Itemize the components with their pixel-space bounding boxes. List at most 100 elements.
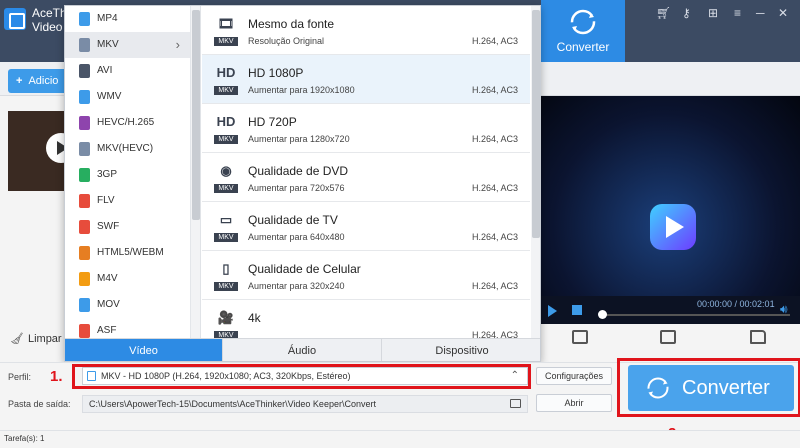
- grid-menu-icon[interactable]: ⊞: [708, 6, 718, 20]
- clean-button[interactable]: 🧹︎ Limpar: [10, 332, 62, 345]
- format-item[interactable]: WMV: [65, 84, 190, 110]
- screenshot-icon[interactable]: [572, 330, 588, 344]
- html5-file-icon: [79, 246, 90, 260]
- format-item[interactable]: ASF: [65, 318, 190, 338]
- output-folder-label: Pasta de saída:: [8, 399, 71, 409]
- cart-icon[interactable]: 🛒︎: [656, 6, 671, 20]
- video-preview: [540, 96, 800, 296]
- format-tabs: Vídeo Áudio Dispositivo: [65, 338, 540, 361]
- preset-item[interactable]: HD MKV HD 1080P Aumentar para 1920x1080 H.26…: [202, 55, 530, 104]
- preset-glyph: HD: [216, 65, 236, 80]
- highlight-box-profile: [72, 364, 531, 389]
- play-icon[interactable]: [548, 305, 557, 317]
- flv-file-icon: [79, 194, 90, 208]
- tab-video[interactable]: Vídeo: [65, 339, 223, 361]
- format-item[interactable]: HTML5/WEBM: [65, 240, 190, 266]
- preset-glyph: 🎥: [217, 310, 235, 325]
- seek-handle[interactable]: [598, 310, 607, 319]
- format-item-label: M4V: [97, 273, 118, 284]
- clean-label: Limpar: [27, 333, 62, 345]
- format-item[interactable]: MKV ›: [65, 32, 190, 58]
- preset-name: Qualidade de Celular: [248, 262, 361, 276]
- tab-audio[interactable]: Áudio: [223, 339, 382, 361]
- format-item-label: MP4: [97, 13, 118, 24]
- format-item-label: AVI: [97, 65, 113, 76]
- format-item[interactable]: MOV: [65, 292, 190, 318]
- preset-item[interactable]: ◉ MKV Qualidade de DVD Aumentar para 720x57…: [202, 153, 530, 202]
- format-list: MP4 MKV › AVI WMV HEVC/H.265 MKV(HEVC) 3GP FLV SW…: [65, 6, 191, 338]
- preset-codec: H.264, AC3: [471, 330, 518, 338]
- open-folder-button[interactable]: Abrir: [536, 394, 612, 412]
- tab-device[interactable]: Dispositivo: [382, 339, 540, 361]
- preset-list-scrollbar[interactable]: [531, 6, 540, 338]
- folder-icon[interactable]: [750, 330, 766, 344]
- format-item[interactable]: HEVC/H.265: [65, 110, 190, 136]
- preset-codec: H.264, AC3: [471, 36, 518, 46]
- format-item[interactable]: SWF: [65, 214, 190, 240]
- format-item-label: ASF: [97, 325, 117, 336]
- key-icon[interactable]: ⚷: [682, 6, 691, 20]
- hd-720-icon: HD MKV: [214, 111, 238, 145]
- format-item[interactable]: MP4: [65, 6, 190, 32]
- nav-converter[interactable]: Converter: [541, 0, 625, 62]
- plus-icon: +: [16, 75, 23, 87]
- avi-file-icon: [79, 64, 90, 78]
- output-folder-field[interactable]: C:\Users\ApowerTech-15\Documents\AceThin…: [82, 395, 528, 413]
- add-file-label: Adicio: [28, 75, 59, 87]
- scroll-thumb[interactable]: [192, 10, 200, 220]
- preset-item[interactable]: ▯ MKV Qualidade de Celular Aumentar para 32…: [202, 251, 530, 300]
- minimize-icon[interactable]: ─: [756, 6, 765, 20]
- preset-item[interactable]: 🎥 MKV 4k H.264, AC3: [202, 300, 530, 338]
- nav-converter-label: Converter: [556, 40, 610, 54]
- format-list-scrollbar[interactable]: [191, 6, 201, 338]
- hevc-file-icon: [79, 116, 90, 130]
- preset-description: Aumentar para 1280x720: [248, 134, 350, 144]
- preset-name: HD 1080P: [248, 66, 304, 80]
- scroll-thumb[interactable]: [532, 10, 540, 238]
- menu-icon[interactable]: ≡: [734, 6, 741, 20]
- preset-item[interactable]: 🎞 MKV Mesmo da fonte Resolução Original H.26…: [202, 6, 530, 55]
- format-item[interactable]: M4V: [65, 266, 190, 292]
- preset-description: Aumentar para 720x576: [248, 183, 345, 193]
- status-bar: Tarefa(s): 1: [0, 430, 800, 448]
- preset-name: HD 720P: [248, 115, 297, 129]
- time-readout: 00:00:00 / 00:02:01: [697, 299, 775, 309]
- preset-format-tag: MKV: [214, 233, 238, 242]
- camera-icon: 🎥 MKV: [214, 307, 238, 338]
- task-count: Tarefa(s): 1: [4, 434, 45, 443]
- preview-logo-play-icon: [650, 204, 696, 250]
- preset-list: 🎞 MKV Mesmo da fonte Resolução Original H.26…: [202, 6, 530, 338]
- swf-file-icon: [79, 220, 90, 234]
- format-dropdown-panel: MP4 MKV › AVI WMV HEVC/H.265 MKV(HEVC) 3GP FLV SW…: [64, 5, 541, 362]
- folder-browse-icon[interactable]: [510, 399, 521, 408]
- app-logo-icon: [4, 8, 26, 30]
- format-item[interactable]: MKV(HEVC): [65, 136, 190, 162]
- preset-description: Resolução Original: [248, 36, 325, 46]
- add-file-button[interactable]: + Adicio: [8, 69, 68, 93]
- mov-file-icon: [79, 298, 90, 312]
- preset-format-tag: MKV: [214, 135, 238, 144]
- close-icon[interactable]: ✕: [778, 6, 788, 20]
- volume-icon[interactable]: 🔊︎: [780, 302, 788, 317]
- profile-label: Perfil:: [8, 372, 32, 382]
- format-item-label: 3GP: [97, 169, 118, 180]
- seek-track[interactable]: [600, 314, 790, 316]
- format-item[interactable]: FLV: [65, 188, 190, 214]
- format-item[interactable]: AVI: [65, 58, 190, 84]
- annotation-step1: 1.: [50, 368, 63, 385]
- output-folder-value: C:\Users\ApowerTech-15\Documents\AceThin…: [89, 399, 376, 409]
- image-icon[interactable]: [660, 330, 676, 344]
- wmv-file-icon: [79, 90, 90, 104]
- preset-format-tag: MKV: [214, 331, 238, 338]
- hd-1080-icon: HD MKV: [214, 62, 238, 96]
- format-item-label: WMV: [97, 91, 122, 102]
- format-item-label: HEVC/H.265: [97, 117, 155, 128]
- format-item[interactable]: 3GP: [65, 162, 190, 188]
- stop-icon[interactable]: [572, 305, 582, 315]
- preset-item[interactable]: ▭ MKV Qualidade de TV Aumentar para 640x480…: [202, 202, 530, 251]
- preset-item[interactable]: HD MKV HD 720P Aumentar para 1280x720 H.264,…: [202, 104, 530, 153]
- settings-button[interactable]: Configurações: [536, 367, 612, 385]
- preset-codec: H.264, AC3: [471, 85, 518, 95]
- video-thumbnail[interactable]: [8, 111, 76, 191]
- dvd-disc-icon: ◉ MKV: [214, 160, 238, 194]
